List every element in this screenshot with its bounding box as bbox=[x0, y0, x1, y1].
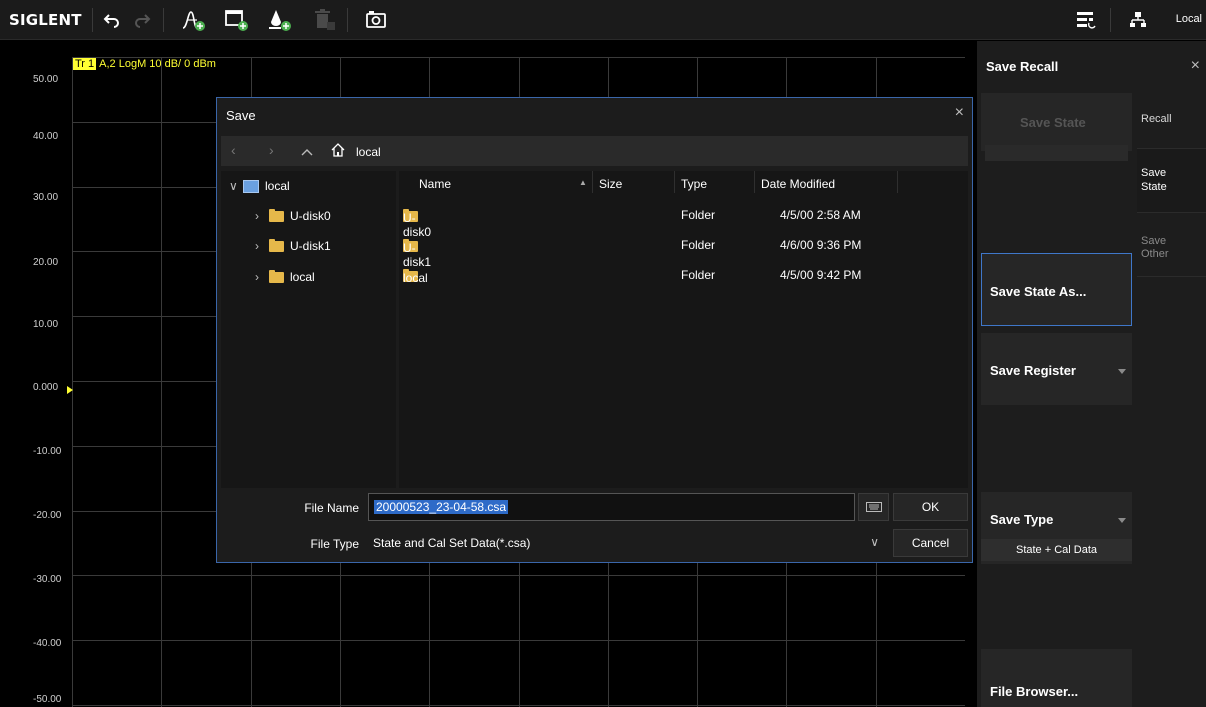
file-row[interactable]: U-disk1 Folder 4/6/00 9:36 PM bbox=[399, 234, 968, 269]
tab-save-other-label: Save Other bbox=[1141, 235, 1169, 260]
back-icon[interactable]: ‹ bbox=[231, 142, 236, 158]
tree-item-u-disk1[interactable]: › U-disk1 bbox=[255, 238, 331, 253]
panel-header: Save Recall × bbox=[977, 41, 1206, 91]
column-divider[interactable] bbox=[674, 171, 675, 193]
sort-ascending-icon: ▲ bbox=[579, 178, 587, 187]
file-type: Folder bbox=[681, 238, 716, 252]
keyboard-button[interactable] bbox=[858, 493, 889, 521]
chevron-right-icon: › bbox=[255, 209, 259, 223]
tab-save-other[interactable]: Save Other bbox=[1137, 213, 1206, 277]
save-state-softkey[interactable]: Save State bbox=[981, 93, 1132, 151]
home-icon[interactable] bbox=[331, 143, 345, 160]
y-tick-label: 10.00 bbox=[33, 319, 59, 330]
cancel-button[interactable]: Cancel bbox=[893, 529, 968, 557]
up-icon[interactable] bbox=[301, 144, 313, 160]
save-recall-panel: Save Recall × Save State Save State As..… bbox=[977, 41, 1206, 707]
save-state-as-label: Save State As... bbox=[990, 284, 1087, 299]
chevron-right-icon: › bbox=[255, 239, 259, 253]
file-name: local bbox=[403, 271, 428, 285]
tree-item-local[interactable]: › local bbox=[255, 269, 315, 284]
tab-save-state-label: Save State bbox=[1141, 167, 1167, 193]
panel-close-icon[interactable]: × bbox=[1191, 57, 1200, 75]
chevron-right-icon: › bbox=[255, 270, 259, 284]
y-tick-label: -20.00 bbox=[33, 510, 62, 521]
file-type-select[interactable]: State and Cal Set Data(*.csa) ∨ bbox=[368, 529, 889, 557]
file-list: Name ▲ Size Type Date Modified U-disk0 F… bbox=[399, 171, 968, 488]
dialog-title: Save bbox=[226, 108, 256, 123]
chevron-down-icon: ∨ bbox=[870, 535, 879, 549]
column-name[interactable]: Name bbox=[419, 177, 451, 191]
tree-item-root[interactable]: ∨ local bbox=[229, 179, 290, 193]
file-browser-label: File Browser... bbox=[990, 684, 1079, 699]
file-date: 4/5/00 2:58 AM bbox=[780, 208, 861, 222]
file-date: 4/6/00 9:36 PM bbox=[780, 238, 862, 252]
file-name-value: 20000523_23-04-58.csa bbox=[374, 500, 509, 514]
save-state-label: Save State bbox=[1020, 115, 1086, 130]
tree-item-label: local bbox=[290, 270, 315, 284]
column-type[interactable]: Type bbox=[681, 177, 707, 191]
save-register-label: Save Register bbox=[990, 363, 1076, 378]
tab-recall-label: Recall bbox=[1141, 113, 1172, 125]
toolbar-separator bbox=[1110, 8, 1111, 32]
tree-item-label: U-disk1 bbox=[290, 239, 331, 253]
save-type-label: Save Type bbox=[990, 512, 1054, 527]
file-name-input[interactable]: 20000523_23-04-58.csa bbox=[368, 493, 855, 521]
y-tick-label: -30.00 bbox=[33, 574, 62, 585]
ok-button[interactable]: OK bbox=[893, 493, 968, 521]
file-browser-softkey[interactable]: File Browser... bbox=[981, 649, 1132, 707]
tab-save-state[interactable]: Save State bbox=[1137, 149, 1206, 213]
chevron-down-icon bbox=[1118, 518, 1126, 523]
chevron-down-icon: ∨ bbox=[229, 179, 238, 193]
column-date-modified[interactable]: Date Modified bbox=[761, 177, 835, 191]
y-tick-label: 40.00 bbox=[33, 131, 59, 142]
file-type-label: File Type bbox=[310, 537, 359, 551]
reference-level-marker bbox=[67, 386, 73, 394]
y-tick-label: 50.00 bbox=[33, 74, 59, 85]
panel-title: Save Recall bbox=[986, 59, 1059, 74]
tree-item-u-disk0[interactable]: › U-disk0 bbox=[255, 208, 331, 223]
dialog-close-icon[interactable]: × bbox=[955, 104, 964, 122]
column-divider[interactable] bbox=[754, 171, 755, 193]
connection-status: Local bbox=[1175, 13, 1202, 25]
tree-item-label: U-disk0 bbox=[290, 209, 331, 223]
folder-icon bbox=[269, 269, 284, 283]
chevron-down-icon bbox=[1118, 369, 1126, 374]
file-row[interactable]: local Folder 4/5/00 9:42 PM bbox=[399, 264, 968, 286]
tree-item-label: local bbox=[265, 179, 290, 193]
y-tick-label: -10.00 bbox=[33, 446, 62, 457]
folder-icon bbox=[269, 238, 284, 252]
file-type: Folder bbox=[681, 268, 716, 282]
navigation-bar: ‹ › local bbox=[221, 136, 968, 166]
file-type-value: State and Cal Set Data(*.csa) bbox=[373, 536, 531, 550]
save-register-softkey[interactable]: Save Register bbox=[981, 333, 1132, 405]
save-dialog: Save × ‹ › local ∨ local › U-disk0 › U-d… bbox=[216, 97, 973, 563]
y-tick-label: 30.00 bbox=[33, 192, 59, 203]
y-tick-label: -40.00 bbox=[33, 638, 62, 649]
file-date: 4/5/00 9:42 PM bbox=[780, 268, 862, 282]
file-name-label: File Name bbox=[304, 501, 359, 515]
save-state-value-field bbox=[985, 145, 1128, 161]
keyboard-icon bbox=[865, 502, 882, 512]
save-type-value: State + Cal Data bbox=[981, 539, 1132, 561]
column-divider[interactable] bbox=[897, 171, 898, 193]
column-divider[interactable] bbox=[592, 171, 593, 193]
file-type: Folder bbox=[681, 208, 716, 222]
y-tick-label: -50.00 bbox=[33, 694, 62, 705]
save-state-as-softkey[interactable]: Save State As... bbox=[981, 253, 1132, 326]
tab-recall[interactable]: Recall bbox=[1137, 93, 1206, 149]
current-path: local bbox=[356, 145, 381, 159]
y-tick-label: 20.00 bbox=[33, 257, 59, 268]
folder-icon bbox=[269, 208, 284, 222]
folder-tree: ∨ local › U-disk0 › U-disk1 › local bbox=[221, 171, 396, 488]
column-size[interactable]: Size bbox=[599, 177, 622, 191]
computer-icon bbox=[243, 179, 259, 193]
column-header-row: Name ▲ Size Type Date Modified bbox=[399, 171, 968, 193]
forward-icon[interactable]: › bbox=[269, 142, 274, 158]
file-row[interactable]: U-disk0 Folder 4/5/00 2:58 AM bbox=[399, 204, 968, 239]
network-icon[interactable] bbox=[1124, 6, 1152, 34]
menu-config-icon[interactable] bbox=[1072, 6, 1100, 34]
